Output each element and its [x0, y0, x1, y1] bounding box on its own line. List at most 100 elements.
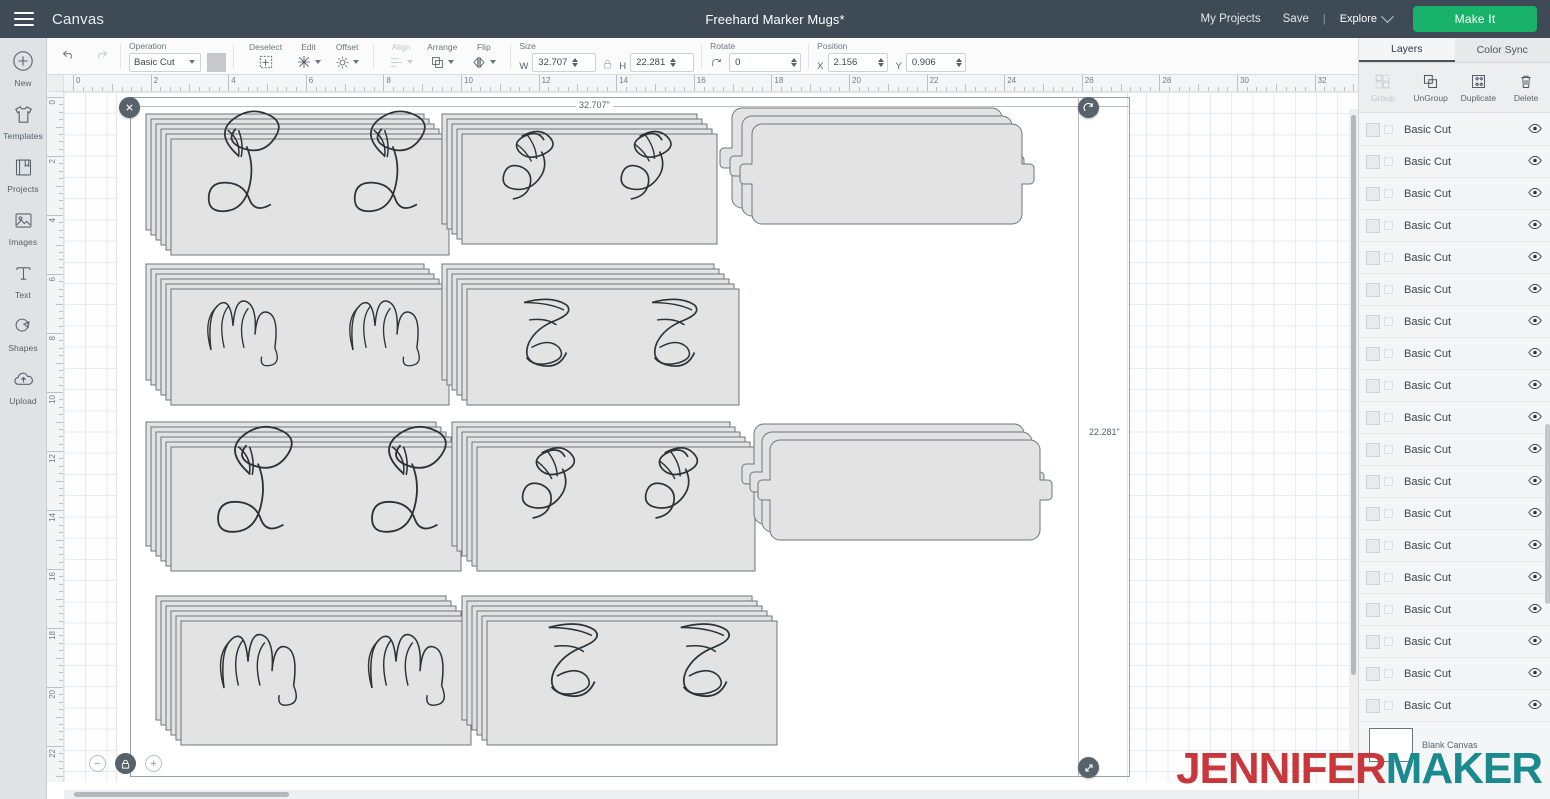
blank-canvas-swatch[interactable]: [1369, 728, 1413, 762]
eye-icon[interactable]: [1528, 379, 1542, 393]
layer-row[interactable]: Basic Cut: [1359, 402, 1550, 434]
layer-list[interactable]: Basic Cut Basic Cut Basic Cut Basic Cut Basi…: [1359, 114, 1550, 765]
lock-icon[interactable]: [115, 753, 136, 774]
eye-icon[interactable]: [1528, 443, 1542, 457]
x-stepper[interactable]: [877, 57, 884, 67]
offset-button[interactable]: Offset: [328, 38, 366, 75]
book-icon: [9, 153, 37, 181]
rotate-selection-button[interactable]: [1078, 97, 1099, 118]
sidebar-item-shapes[interactable]: Shapes: [0, 312, 47, 365]
eye-icon[interactable]: [1528, 283, 1542, 297]
resize-selection-handle[interactable]: [1078, 757, 1099, 778]
layer-row[interactable]: Basic Cut: [1359, 530, 1550, 562]
deselect-button[interactable]: Deselect: [242, 38, 289, 75]
eye-icon[interactable]: [1528, 123, 1542, 137]
eye-icon[interactable]: [1528, 539, 1542, 553]
ruler-minor-tick: [519, 87, 521, 91]
flip-button[interactable]: Flip: [464, 38, 503, 75]
layer-row[interactable]: Basic Cut: [1359, 338, 1550, 370]
eye-icon[interactable]: [1528, 219, 1542, 233]
machine-selector[interactable]: Explore: [1329, 9, 1403, 25]
layer-row[interactable]: Basic Cut: [1359, 242, 1550, 274]
eye-icon[interactable]: [1528, 475, 1542, 489]
layer-row[interactable]: Basic Cut: [1359, 146, 1550, 178]
hamburger-icon[interactable]: [0, 0, 48, 38]
canvas-grid[interactable]: 32.707" 22.281" − +: [64, 92, 1358, 782]
undo-icon[interactable]: [61, 46, 78, 66]
eye-icon[interactable]: [1528, 347, 1542, 361]
tab-color-sync[interactable]: Color Sync: [1455, 38, 1550, 62]
layer-row[interactable]: Basic Cut: [1359, 178, 1550, 210]
tab-layers[interactable]: Layers: [1359, 38, 1455, 62]
layer-row[interactable]: Basic Cut: [1359, 466, 1550, 498]
eye-icon[interactable]: [1528, 507, 1542, 521]
layer-row[interactable]: Basic Cut: [1359, 626, 1550, 658]
zoom-out-icon[interactable]: −: [89, 755, 106, 772]
width-stepper[interactable]: [572, 57, 579, 67]
sidebar-item-templates[interactable]: Templates: [0, 100, 47, 153]
canvas-area[interactable]: 0246810121416182022242628303234363840424…: [47, 75, 1358, 799]
ruler-minor-tick: [59, 620, 63, 622]
height-stepper[interactable]: [670, 57, 677, 67]
layer-row[interactable]: Basic Cut: [1359, 658, 1550, 690]
rotate-input[interactable]: 0: [729, 52, 802, 72]
eye-icon[interactable]: [1528, 667, 1542, 681]
operation-select[interactable]: Basic Cut: [129, 52, 201, 72]
height-input[interactable]: 22.281: [630, 52, 695, 72]
eye-icon[interactable]: [1528, 603, 1542, 617]
ruler-tick-label: 12: [541, 76, 551, 85]
canvas-horizontal-scrollbar[interactable]: [64, 790, 1358, 799]
layer-row[interactable]: Basic Cut: [1359, 498, 1550, 530]
sidebar-item-new[interactable]: New: [0, 47, 47, 100]
layer-thumbnail: [1366, 346, 1380, 361]
blank-canvas-row[interactable]: Blank Canvas: [1359, 725, 1550, 765]
sidebar-item-text[interactable]: Text: [0, 259, 47, 312]
eye-icon[interactable]: [1528, 315, 1542, 329]
eye-icon[interactable]: [1528, 155, 1542, 169]
canvas-vertical-scrollbar[interactable]: [1349, 109, 1358, 782]
layer-row[interactable]: Basic Cut: [1359, 434, 1550, 466]
layer-row[interactable]: Basic Cut: [1359, 274, 1550, 306]
layer-row[interactable]: Basic Cut: [1359, 210, 1550, 242]
rotate-stepper[interactable]: [791, 57, 798, 67]
sidebar-item-label: Text: [15, 290, 31, 300]
y-stepper[interactable]: [955, 57, 962, 67]
layer-row[interactable]: Basic Cut: [1359, 594, 1550, 626]
eye-icon[interactable]: [1528, 699, 1542, 713]
make-it-button[interactable]: Make It: [1413, 6, 1537, 32]
edit-icon: [296, 53, 322, 72]
layer-row[interactable]: Basic Cut: [1359, 306, 1550, 338]
ruler-minor-tick: [59, 709, 63, 711]
eye-icon[interactable]: [1528, 635, 1542, 649]
eye-icon[interactable]: [1528, 251, 1542, 265]
duplicate-button[interactable]: Duplicate: [1455, 63, 1503, 112]
my-projects-link[interactable]: My Projects: [1190, 13, 1272, 25]
sidebar-item-upload[interactable]: Upload: [0, 365, 47, 418]
layer-row[interactable]: Basic Cut: [1359, 562, 1550, 594]
edit-button[interactable]: Edit: [289, 38, 328, 75]
delete-button[interactable]: Delete: [1502, 63, 1550, 112]
width-input[interactable]: 32.707: [532, 52, 597, 72]
zoom-in-icon[interactable]: +: [145, 755, 162, 772]
canvas-artwork[interactable]: [64, 92, 1358, 782]
arrange-button[interactable]: Arrange: [420, 38, 464, 75]
eye-icon[interactable]: [1528, 411, 1542, 425]
x-input[interactable]: 2.156: [827, 52, 888, 72]
layer-row[interactable]: Basic Cut: [1359, 690, 1550, 722]
layer-row[interactable]: Basic Cut: [1359, 114, 1550, 146]
eye-icon[interactable]: [1528, 187, 1542, 201]
layer-row[interactable]: Basic Cut: [1359, 370, 1550, 402]
close-selection-button[interactable]: [119, 97, 140, 118]
sidebar-item-images[interactable]: Images: [0, 206, 47, 259]
y-input[interactable]: 0.906: [905, 52, 966, 72]
ruler-tick-label: 10: [48, 395, 57, 404]
operation-color-swatch[interactable]: [207, 52, 226, 72]
ungroup-button[interactable]: UnGroup: [1407, 63, 1455, 112]
sidebar-item-projects[interactable]: Projects: [0, 153, 47, 206]
eye-icon[interactable]: [1528, 571, 1542, 585]
redo-icon[interactable]: [92, 46, 109, 66]
save-button[interactable]: Save: [1272, 13, 1320, 25]
layers-scrollbar[interactable]: [1545, 114, 1550, 765]
lock-icon[interactable]: [602, 58, 613, 73]
layer-sub-thumbnail: [1384, 253, 1393, 262]
